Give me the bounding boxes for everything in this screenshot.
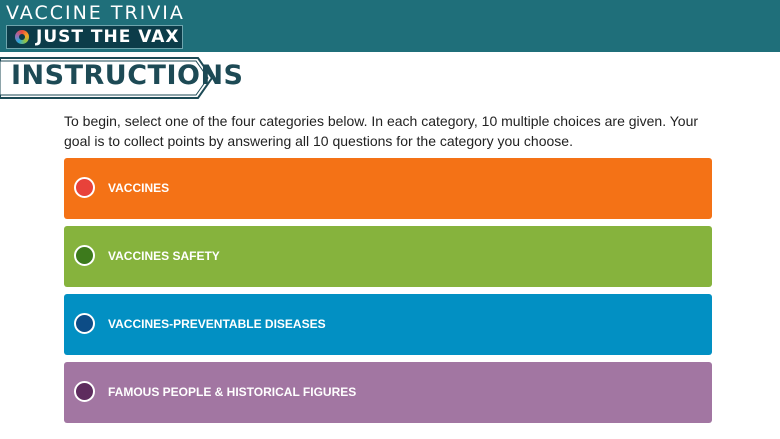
- category-preventable-diseases[interactable]: VACCINES-PREVENTABLE DISEASES: [64, 294, 712, 355]
- instructions-text: To begin, select one of the four categor…: [64, 113, 699, 149]
- instructions-banner: INSTRUCTIONS: [0, 56, 243, 100]
- category-label: VACCINES-PREVENTABLE DISEASES: [108, 317, 326, 331]
- category-label: VACCINES: [108, 181, 170, 195]
- radio-icon[interactable]: [74, 177, 95, 198]
- radio-icon[interactable]: [74, 313, 95, 334]
- category-label: VACCINES SAFETY: [108, 249, 220, 263]
- app-header: VACCINE TRIVIA JUST THE VAX: [0, 0, 780, 52]
- logo-text: JUST THE VAX: [36, 27, 180, 47]
- category-vaccines[interactable]: VACCINES: [64, 158, 712, 219]
- logo: JUST THE VAX: [6, 25, 183, 49]
- category-famous-people[interactable]: FAMOUS PEOPLE & HISTORICAL FIGURES: [64, 362, 712, 423]
- radio-icon[interactable]: [74, 245, 95, 266]
- app-title: VACCINE TRIVIA: [6, 2, 185, 24]
- category-label: FAMOUS PEOPLE & HISTORICAL FIGURES: [108, 385, 357, 399]
- radio-icon[interactable]: [74, 381, 95, 402]
- instructions-heading: INSTRUCTIONS: [11, 60, 244, 91]
- category-vaccines-safety[interactable]: VACCINES SAFETY: [64, 226, 712, 287]
- logo-ring-icon: [15, 30, 29, 44]
